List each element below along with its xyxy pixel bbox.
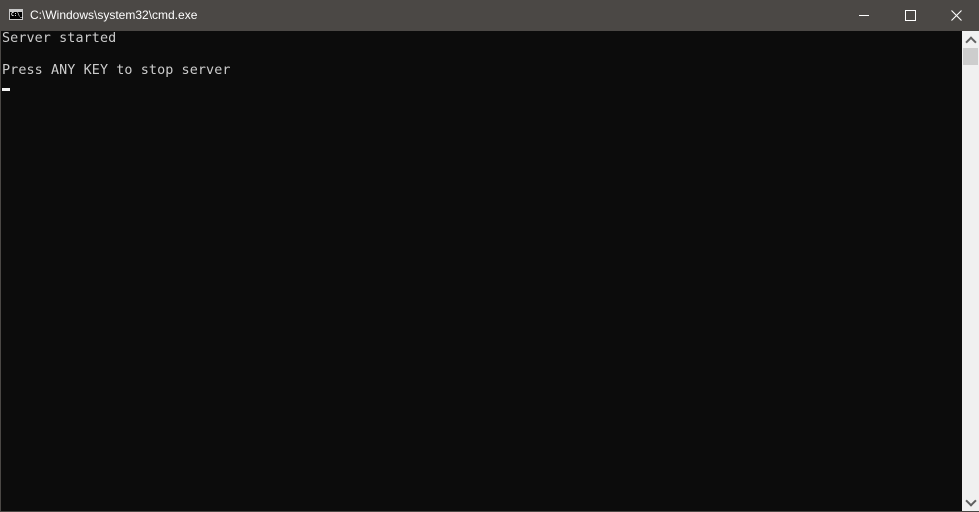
text-cursor bbox=[2, 88, 10, 91]
scroll-up-button[interactable] bbox=[962, 31, 979, 48]
cmd-icon[interactable]: C:\_ bbox=[9, 9, 23, 20]
vertical-scrollbar[interactable] bbox=[962, 31, 979, 511]
maximize-icon bbox=[904, 10, 916, 21]
console-output[interactable]: Server started Press ANY KEY to stop ser… bbox=[1, 31, 962, 511]
close-icon bbox=[950, 10, 962, 21]
minimize-icon bbox=[859, 15, 869, 16]
console-line: Press ANY KEY to stop server bbox=[2, 63, 231, 78]
scrollbar-thumb[interactable] bbox=[963, 48, 978, 65]
chevron-down-icon bbox=[964, 494, 977, 507]
close-button[interactable] bbox=[933, 0, 979, 31]
window-title: C:\Windows\system32\cmd.exe bbox=[30, 8, 198, 22]
title-bar[interactable]: C:\_ C:\Windows\system32\cmd.exe bbox=[0, 0, 979, 31]
minimize-button[interactable] bbox=[841, 0, 887, 31]
cmd-icon-text: C:\_ bbox=[11, 12, 24, 18]
prompt-line bbox=[1, 79, 962, 95]
maximize-button[interactable] bbox=[887, 0, 933, 31]
cmd-window: C:\_ C:\Windows\system32\cmd.exe Server … bbox=[0, 0, 979, 512]
chevron-up-icon bbox=[964, 35, 977, 48]
scroll-down-button[interactable] bbox=[962, 494, 979, 511]
console-line: Server started bbox=[2, 31, 117, 46]
